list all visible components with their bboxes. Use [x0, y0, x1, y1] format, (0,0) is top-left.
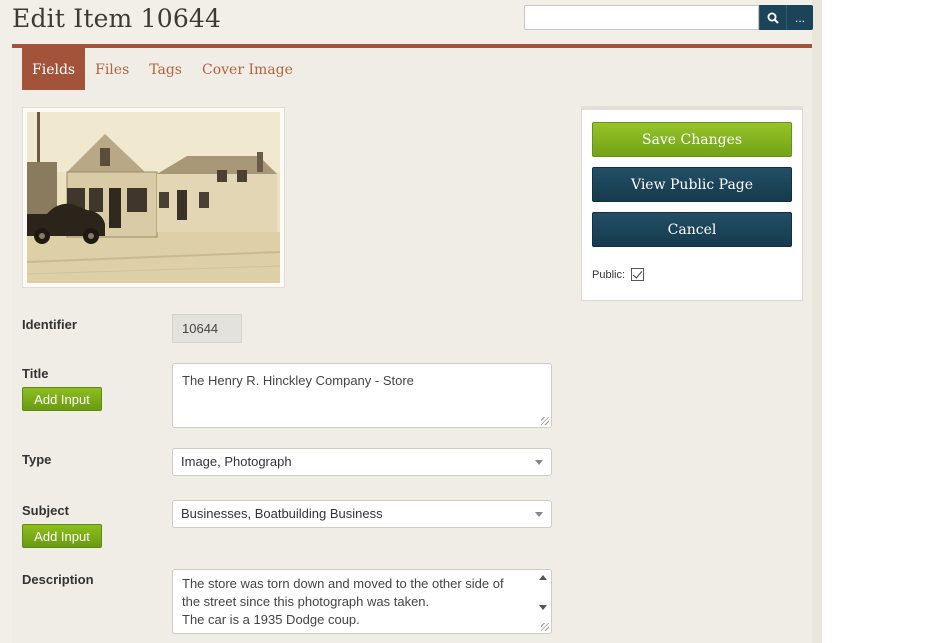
resize-grip-icon[interactable] — [541, 623, 549, 631]
cancel-button[interactable]: Cancel — [592, 212, 792, 247]
save-changes-button[interactable]: Save Changes — [592, 122, 792, 157]
subject-add-input-button[interactable]: Add Input — [22, 524, 102, 548]
title-text: The Henry R. Hinckley Company - Store — [182, 373, 414, 388]
description-scrollbar[interactable] — [536, 571, 550, 621]
photo-illustration — [27, 112, 280, 283]
chevron-down-icon — [535, 460, 543, 465]
view-public-page-button[interactable]: View Public Page — [592, 167, 792, 202]
search-button[interactable] — [759, 5, 786, 30]
tab-fields[interactable]: Fields — [22, 48, 86, 90]
search-options-button[interactable]: ... — [786, 5, 813, 30]
description-label: Description — [22, 572, 94, 587]
type-label: Type — [22, 452, 52, 467]
public-toggle: Public: — [592, 268, 645, 281]
search-input[interactable] — [524, 5, 759, 30]
type-select[interactable]: Image, Photograph — [172, 448, 552, 476]
type-selected-value: Image, Photograph — [181, 454, 292, 469]
title-add-input-button[interactable]: Add Input — [22, 387, 102, 411]
title-label: Title — [22, 366, 49, 381]
page-edge — [812, 0, 822, 643]
identifier-label: Identifier — [22, 317, 77, 332]
subject-selected-value: Businesses, Boatbuilding Business — [181, 506, 383, 521]
description-line: The store was torn down and moved to the… — [182, 576, 504, 591]
tab-cover-image[interactable]: Cover Image — [192, 48, 303, 90]
tab-files[interactable]: Files — [85, 48, 139, 90]
subject-select[interactable]: Businesses, Boatbuilding Business — [172, 500, 552, 528]
description-line: The car is a 1935 Dodge coup. — [182, 612, 360, 627]
save-panel: Save Changes View Public Page Cancel Pub… — [581, 106, 803, 301]
search-bar: ... — [524, 5, 813, 30]
scroll-up-icon[interactable] — [539, 575, 547, 580]
title-textarea[interactable]: The Henry R. Hinckley Company - Store — [172, 363, 552, 428]
scroll-down-icon[interactable] — [539, 605, 547, 610]
magnifier-icon — [767, 12, 779, 24]
description-textarea[interactable]: The store was torn down and moved to the… — [172, 569, 552, 634]
page-title: Edit Item 10644 — [12, 4, 222, 33]
item-photo — [27, 112, 280, 283]
description-line: the street since this photograph was tak… — [182, 594, 430, 609]
public-label: Public: — [592, 268, 626, 281]
item-thumbnail[interactable] — [22, 107, 285, 288]
resize-grip-icon[interactable] — [541, 417, 549, 425]
chevron-down-icon — [535, 512, 543, 517]
identifier-field: 10644 — [172, 314, 242, 343]
main-content: Fields Files Tags Cover Image Identifier… — [12, 48, 812, 643]
tab-bar: Fields Files Tags Cover Image — [22, 48, 303, 90]
tab-tags[interactable]: Tags — [139, 48, 192, 90]
subject-label: Subject — [22, 503, 69, 518]
public-checkbox[interactable] — [631, 268, 645, 281]
